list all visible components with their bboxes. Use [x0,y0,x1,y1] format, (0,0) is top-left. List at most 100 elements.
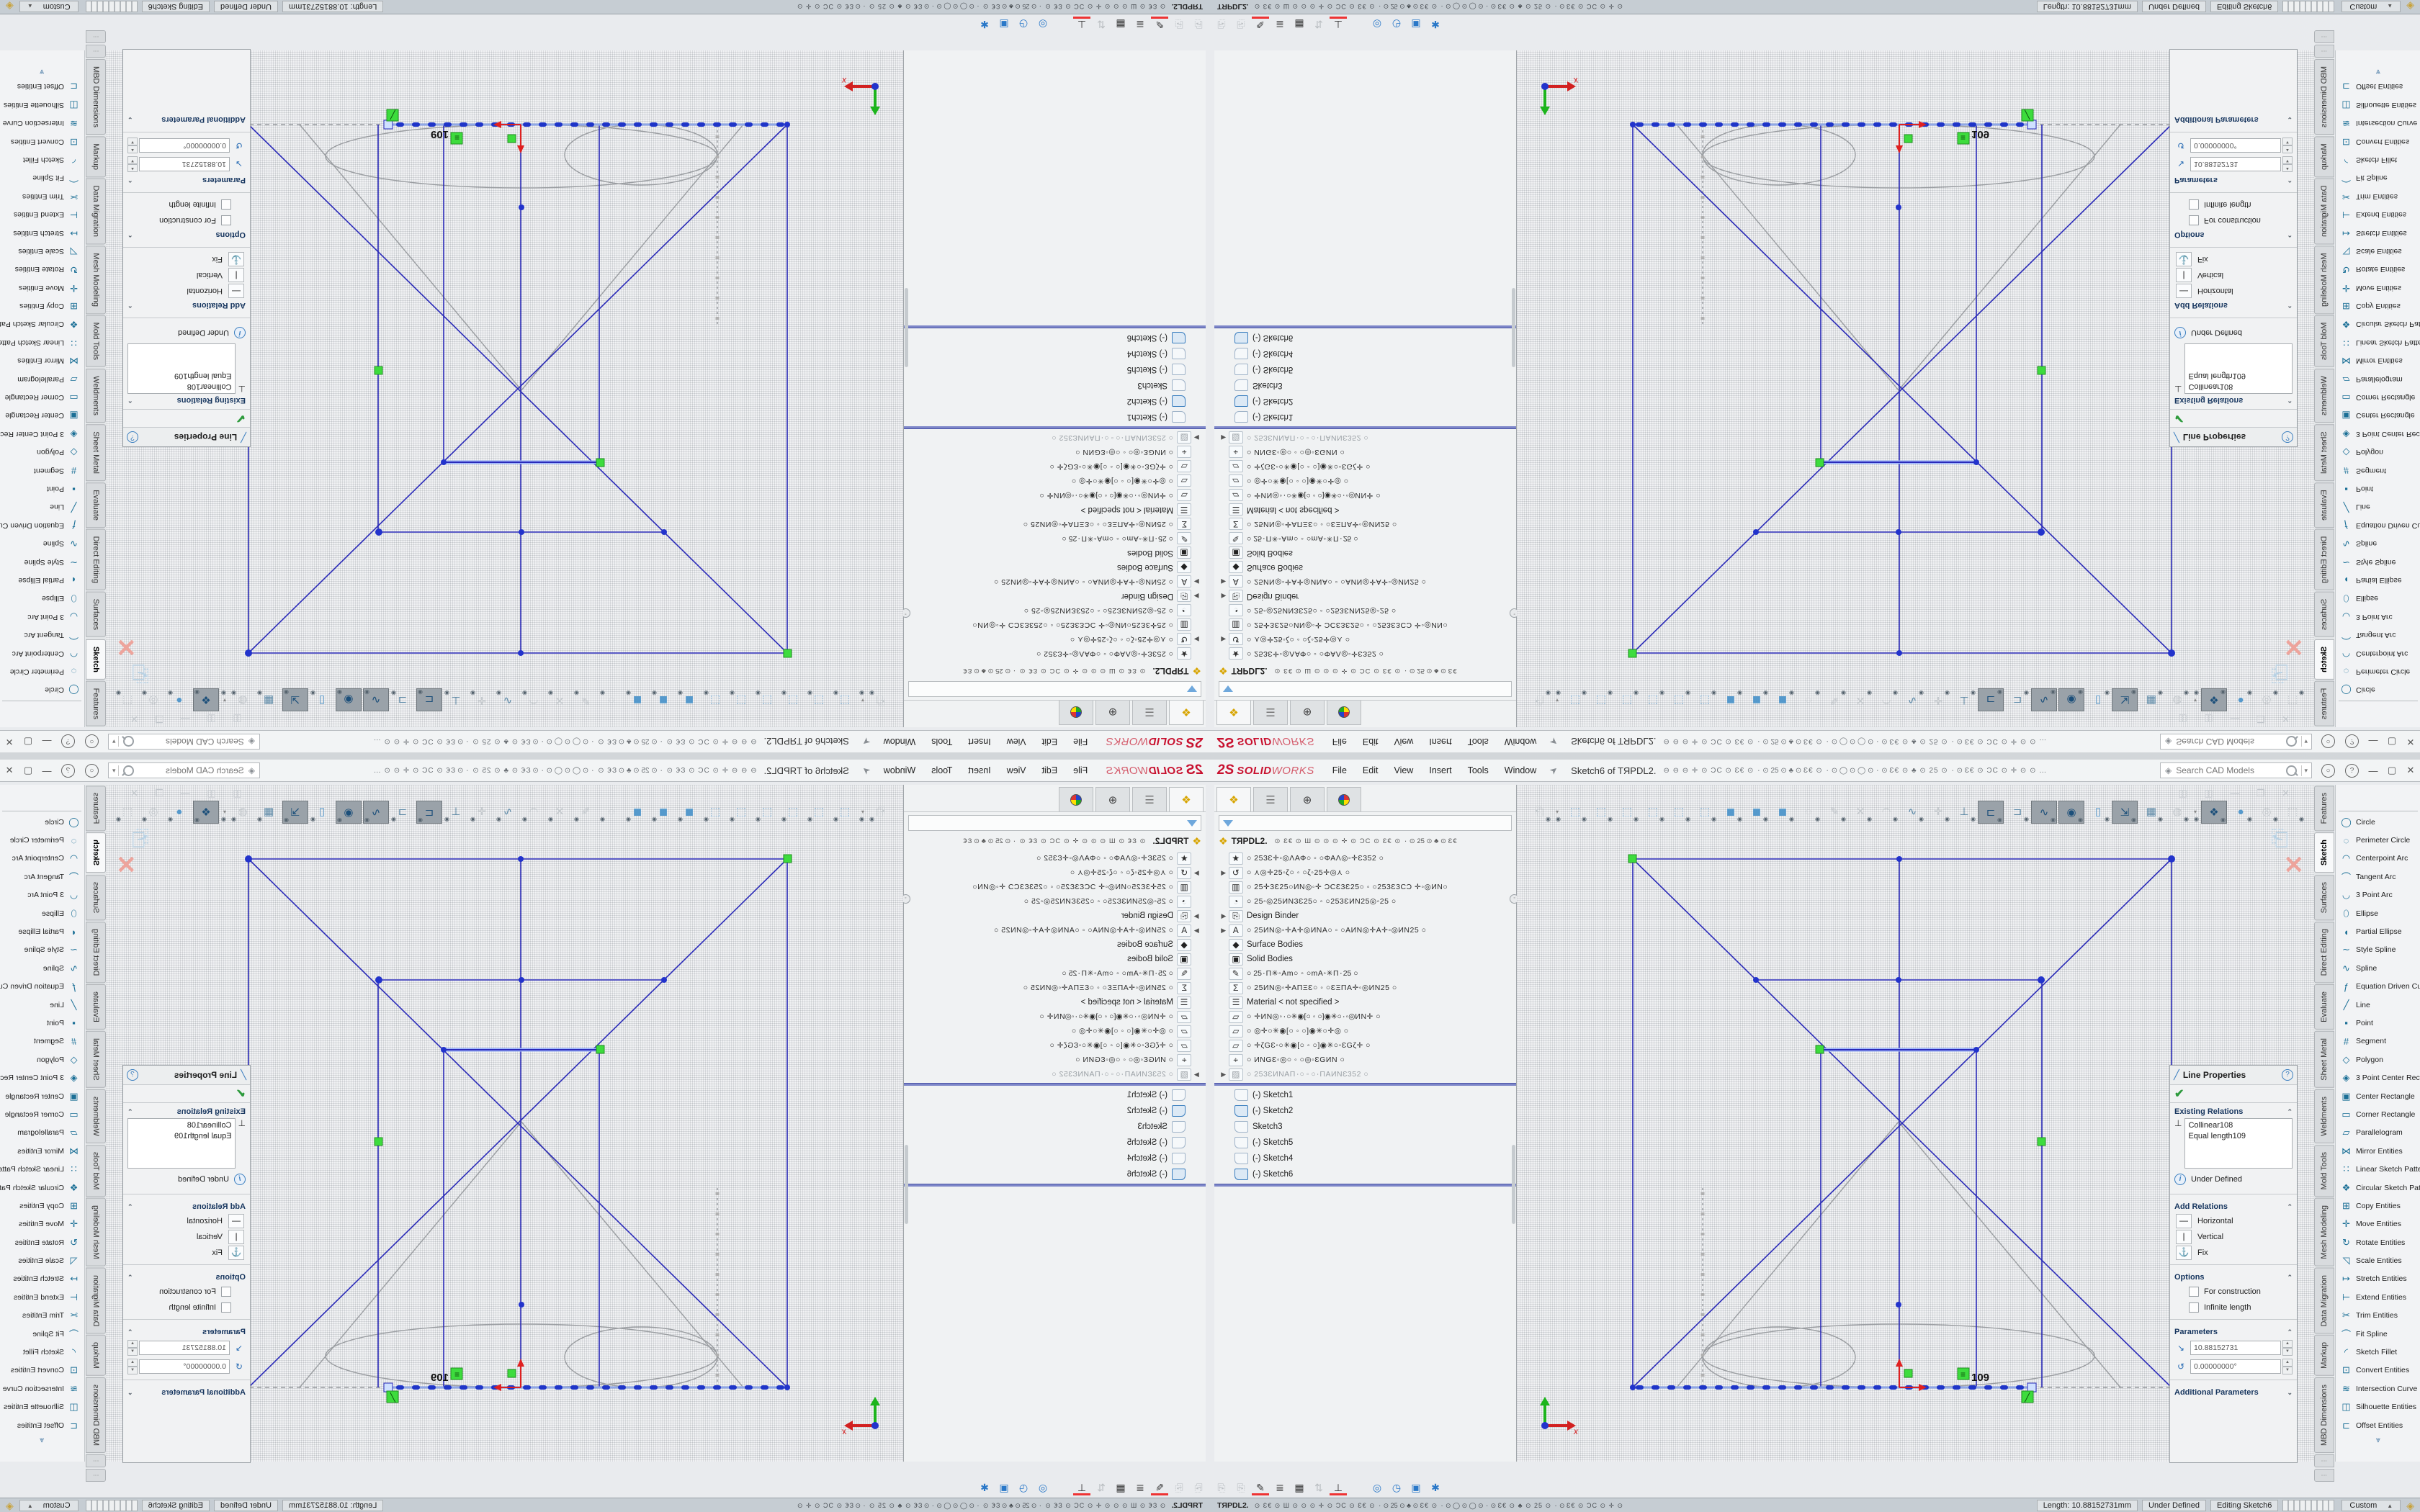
headsup-icon[interactable]: ✛◉ [470,690,494,711]
sketch-tool-item[interactable]: ◖ Partial Ellipse [0,922,84,940]
menu-item[interactable]: View [1386,737,1421,747]
menu-item[interactable]: Tools [1460,737,1497,747]
solidworks-resources-icon[interactable]: ◈ [2406,1,2414,13]
bottom-toolbar-icon[interactable] [1446,17,1464,32]
tree-row[interactable]: ▶ ↺ ○ ⋏◎✛25◦ζ○ ◦ ○ζ◦25✛◎⋏ ○ [904,632,1206,647]
angle-spinner[interactable]: ▲▼ [127,138,138,153]
bottom-toolbar-icon[interactable]: ⇅ [1310,17,1327,32]
units-selector[interactable]: Custom▲ [2341,1500,2401,1511]
headsup-icon[interactable]: ⬚◉ [1563,801,1587,822]
units-selector[interactable]: Custom▲ [19,1,79,12]
sketch-tool-item[interactable]: ⊢ Extend Entities [0,205,84,223]
bottom-toolbar-icon[interactable]: ◷ [1015,17,1032,32]
existing-relations-header[interactable]: Existing Relations⌃ [2170,394,2297,409]
tree-row[interactable]: ◔ ○ 25◦◎25ИΝ3Ɛ25○ ◦ ○253ƐИΝ25◎◦25 ○ [904,894,1206,909]
sketch-tool-item[interactable]: ◇ Polygon [0,1050,84,1068]
tab-featuremanager-tree[interactable]: ❖ [1216,787,1251,811]
parameters-header[interactable]: Parameters⌃ [2170,174,2297,189]
headsup-icon[interactable]: ❖◉ [193,688,219,711]
sketch-tool-item[interactable]: ◹ Scale Entities [2336,1251,2420,1269]
sketch-tool-item[interactable]: ↦ Stretch Entities [0,1270,84,1288]
sketch-tool-item[interactable]: ◇ Polygon [2336,444,2420,462]
sketch-tool-item[interactable]: ◫ Silhouette Entities [0,96,84,114]
sketch-tool-item[interactable]: ↻ Rotate Entities [0,261,84,279]
sketch-tool-item[interactable]: ◯ Circle [0,681,84,699]
bottom-toolbar-icon[interactable]: ⊥ [1330,1480,1347,1495]
expand-arrow-icon[interactable]: ▶ [1191,578,1201,586]
add-relation-button[interactable]: | Vertical [2170,1229,2297,1245]
headsup-icon[interactable]: ▯◉ [2086,801,2110,822]
headsup-icon[interactable]: ✛◉ [1926,801,1950,822]
restore-button[interactable]: ▢ [19,765,37,776]
sketch-tool-item[interactable]: ⊡ Convert Entities [0,1362,84,1380]
sketch-tool-item[interactable]: ◫ Silhouette Entities [2336,96,2420,114]
tree-row[interactable]: ▣ Solid Bodies [1214,546,1516,560]
sketch-tool-item[interactable]: ╱ Line [2336,498,2420,516]
headsup-icon[interactable]: ⬚◉ [1667,801,1691,822]
bottom-toolbar-icon[interactable] [1054,17,1071,32]
tree-row[interactable]: ▶ ▨ ○ 253ƐИΝΑΠ٠○ ◦ ○٠ΠΑИΝƐ352 ○ [904,431,1206,445]
sketch-tool-item[interactable]: ▪ Point [2336,1014,2420,1032]
menu-item[interactable]: Edit [1034,765,1066,775]
commandmanager-tab[interactable]: Evaluate [86,482,106,528]
minimize-button[interactable]: — [37,765,56,776]
sketch-tool-item[interactable]: ▭ Corner Rectangle [0,1105,84,1123]
existing-relations-header[interactable]: Existing Relations⌃ [2170,1103,2297,1118]
sketch-tool-item[interactable]: ▪ Point [0,1014,84,1032]
angle-field[interactable]: 0.00000000° [2190,1359,2281,1374]
bottom-toolbar-icon[interactable]: ⊥ [1073,17,1090,32]
sketch-row[interactable]: Sketch3 [1214,377,1516,393]
bottom-toolbar-icon[interactable]: ▦ [1291,17,1308,32]
checkbox[interactable] [2189,199,2199,210]
headsup-icon[interactable]: ◉◉ [336,688,362,711]
sketch-row[interactable]: (-) Sketch2 [904,393,1206,409]
additional-parameters-header[interactable]: Additional Parameters⌄ [2170,113,2297,128]
sketch-row[interactable]: (-) Sketch2 [1214,1103,1516,1119]
sketch-tool-item[interactable]: ≋ Intersection Curve [2336,114,2420,132]
tab-featuremanager-tree[interactable]: ❖ [1169,701,1204,725]
headsup-icon[interactable]: ∿◉ [1900,690,1924,711]
user-account-icon[interactable]: ○ [85,764,99,778]
solidworks-resources-icon[interactable]: ◈ [6,1,14,13]
commandmanager-tab[interactable]: Surfaces [2314,875,2334,920]
sketch-tool-item[interactable]: ◖ Partial Ellipse [2336,571,2420,589]
more-tools-chevron-icon[interactable]: ⩔ [2336,1436,2420,1445]
sketch-tool-item[interactable]: ◯ Circle [2336,813,2420,831]
sketch-tool-item[interactable]: ▣ Center Rectangle [0,1087,84,1105]
parameters-header[interactable]: Parameters⌃ [123,1323,250,1338]
commandmanager-tab[interactable]: Markup [2314,136,2334,177]
sketch-tool-item[interactable]: ⌒ Fit Spline [0,1325,84,1343]
pin-icon[interactable]: ➤ [859,734,873,748]
tree-filter-field[interactable] [1219,681,1512,697]
panel-help-icon[interactable]: ? [127,1069,138,1081]
sketch-tool-item[interactable]: ◠ Centerpoint Arc [0,644,84,662]
bottom-toolbar-icon[interactable]: ◎ [1034,17,1052,32]
sketch-tool-item[interactable]: ◠ Centerpoint Arc [0,850,84,868]
expand-arrow-icon[interactable]: ▶ [1191,434,1201,442]
headsup-icon[interactable]: ✎◉ [573,801,598,822]
sketch-tool-item[interactable]: ▭ Corner Rectangle [2336,1105,2420,1123]
headsup-icon[interactable]: ✎◉ [573,690,598,711]
add-relation-button[interactable]: | Vertical [123,1229,250,1245]
tree-row[interactable]: ☰ Material < not specified > [1214,995,1516,1009]
headsup-icon[interactable]: ⬚◉ [1667,690,1691,711]
sketch-tool-item[interactable]: ∿ Spline [2336,959,2420,977]
bottom-toolbar-icon[interactable] [1349,17,1366,32]
sketch-tool-item[interactable]: ⌒ Fit Spline [0,169,84,187]
sketch-tool-item[interactable]: ⊡ Convert Entities [2336,1362,2420,1380]
tree-row[interactable]: ✎ ○ 25٠Π✳◦Αm○ ◦ ○mΑ◦✳Π٠25 ○ [1214,531,1516,546]
headsup-icon[interactable]: ◠◉ [521,801,546,822]
commandmanager-tab[interactable]: Sketch [2314,639,2334,680]
headsup-icon[interactable]: ∿◉ [2031,801,2057,824]
checkbox[interactable] [221,1287,231,1297]
tree-row[interactable]: ▶ ▨ ○ 253ƐИΝΑΠ٠○ ◦ ○٠ΠΑИΝƐ352 ○ [904,1067,1206,1081]
option-row[interactable]: Infinite length [123,1300,250,1315]
commandmanager-tab[interactable]: MBD Dimensions [86,59,106,135]
sketch-row[interactable]: (-) Sketch6 [904,330,1206,346]
sketch-tool-item[interactable]: ◠ Centerpoint Arc [2336,644,2420,662]
commandmanager-tab[interactable]: ⋮ [86,1454,106,1467]
endpoint-handle[interactable] [384,120,393,129]
headsup-icon[interactable]: ⊏◉ [416,688,442,711]
menu-item[interactable]: Window [876,737,923,747]
bottom-toolbar-icon[interactable]: ▣ [1407,17,1425,32]
